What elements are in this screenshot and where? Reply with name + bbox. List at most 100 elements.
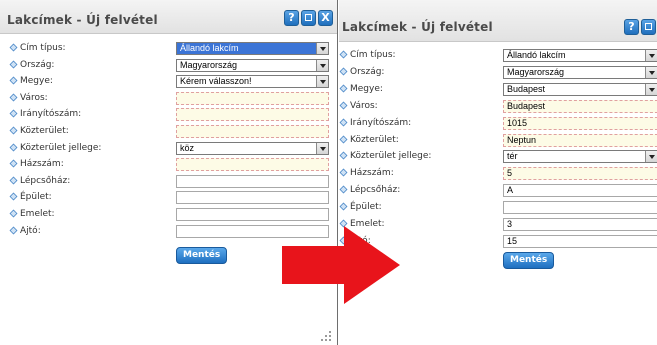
epulet-input[interactable] [176,191,329,205]
chevron-down-icon[interactable] [316,43,328,54]
field-bullet-icon [339,202,348,211]
form-row-megye: Megye: Kérem válasszon! [9,75,329,89]
field-label: Város: [9,92,48,105]
field-label: Lépcsőház: [339,184,401,197]
field-label-text: Megye: [20,76,53,87]
field-bullet-icon [339,118,348,127]
field-label-text: Cím típus: [20,43,66,53]
field-value: 1015 [507,117,528,128]
window-controls: ? X [284,10,333,26]
field-value: Magyarország [180,59,238,70]
field-value: A [507,185,514,196]
varos-input[interactable]: Budapest [503,99,657,113]
field-label-text: Irányítószám: [350,117,412,128]
ajto-input[interactable]: 15 [503,234,657,248]
varos-input[interactable] [176,91,329,105]
field-bullet-icon [339,101,348,110]
form-row-kozterulet-jellege: Közterület jellege: tér [339,150,657,164]
transition-arrow-shape [282,226,400,304]
form-row-iranyitoszam: Irányítószám: 1015 [339,116,657,130]
cim-tipus-select[interactable]: Állandó lakcím [503,49,657,62]
chevron-down-icon[interactable] [645,50,657,61]
field-value: köz [180,142,195,153]
emelet-input[interactable] [176,208,329,221]
field-label: Ország: [339,66,385,79]
help-icon[interactable]: ? [624,19,639,35]
field-bullet-icon [9,43,18,52]
field-value: Budapest [507,83,546,94]
form-row-cim-tipus: Cím típus: Állandó lakcím [9,42,329,55]
form-row-emelet: Emelet: [9,208,329,221]
megye-select[interactable]: Kérem válasszon! [176,75,329,89]
field-label: Közterület: [339,134,399,147]
field-label: Város: [339,100,378,113]
field-value: Magyarország [507,66,565,77]
field-label-text: Lépcsőház: [20,175,71,186]
iranyitoszam-input[interactable] [176,108,329,122]
kozterulet-input[interactable]: Neptun [503,133,657,147]
field-bullet-icon [9,192,18,201]
lepcsohaz-input[interactable]: A [503,184,657,198]
field-label-text: Város: [350,100,378,111]
maximize-icon[interactable] [641,19,656,35]
field-label-text: Közterület jellege: [20,142,102,153]
chevron-down-icon[interactable] [645,66,657,78]
window-titlebar: Lakcímek - Új felvétel ? X [0,0,337,34]
kozterulet-jellege-select[interactable]: tér [503,150,657,164]
resize-grip-icon[interactable] [321,331,331,341]
form-row-orszag: Ország: Magyarország [339,65,657,79]
field-bullet-icon [339,67,348,76]
lepcsohaz-input[interactable] [176,174,329,188]
help-icon[interactable]: ? [284,10,299,26]
field-label: Lépcsőház: [9,175,71,188]
orszag-select[interactable]: Magyarország [176,58,329,72]
field-label-text: Ország: [350,66,385,77]
form-row-kozterulet-jellege: Közterület jellege: köz [9,141,329,155]
field-label-text: Cím típus: [350,50,396,60]
save-button[interactable]: Mentés [503,252,555,269]
form-row-varos: Város: [9,91,329,105]
emelet-input[interactable]: 3 [503,218,657,231]
chevron-down-icon[interactable] [645,83,657,95]
kozterulet-input[interactable] [176,125,329,138]
window-controls: ? X [624,19,657,35]
field-label: Ajtó: [9,225,41,238]
field-value: Állandó lakcím [507,50,566,60]
chevron-down-icon[interactable] [316,76,328,88]
field-label-text: Házszám: [20,159,64,170]
field-label-text: Lépcsőház: [350,185,401,196]
form-row-epulet: Épület: [9,191,329,205]
field-label: Házszám: [9,158,64,171]
window-titlebar: Lakcímek - Új felvétel ? X [339,0,657,42]
kozterulet-jellege-select[interactable]: köz [176,141,329,155]
megye-select[interactable]: Budapest [503,82,657,96]
form-row-cim-tipus: Cím típus: Állandó lakcím [339,49,657,62]
field-label: Megye: [339,83,383,96]
field-label-text: Közterület: [20,126,69,136]
save-button[interactable]: Mentés [176,247,228,264]
form-row-kozterulet: Közterület: Neptun [339,133,657,147]
field-value: Neptun [507,134,537,145]
chevron-down-icon[interactable] [316,142,328,154]
hazszam-input[interactable]: 5 [503,167,657,181]
iranyitoszam-input[interactable]: 1015 [503,116,657,130]
form-row-lepcsohaz: Lépcsőház: [9,174,329,188]
field-bullet-icon [339,84,348,93]
field-label: Megye: [9,75,53,88]
chevron-down-icon[interactable] [316,59,328,71]
close-icon[interactable]: X [318,10,333,26]
field-label-text: Ország: [20,59,55,70]
cim-tipus-select[interactable]: Állandó lakcím [176,42,329,55]
maximize-icon[interactable] [301,10,316,26]
field-value: Kérem válasszon! [180,76,252,87]
field-bullet-icon [9,126,18,135]
field-value: 15 [507,235,518,246]
form-row-epulet: Épület: [339,201,657,215]
field-label-text: Város: [20,92,48,103]
transition-arrow [282,226,400,304]
epulet-input[interactable] [503,201,657,215]
hazszam-input[interactable] [176,158,329,172]
orszag-select[interactable]: Magyarország [503,65,657,79]
chevron-down-icon[interactable] [645,151,657,163]
field-bullet-icon [9,176,18,185]
